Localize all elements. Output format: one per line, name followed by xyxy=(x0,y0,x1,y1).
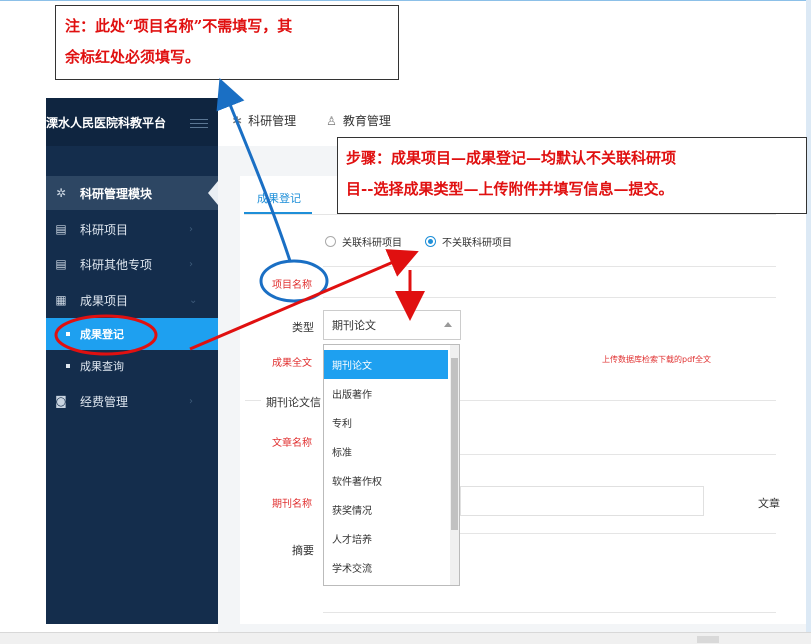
arrow-to-note xyxy=(216,78,292,262)
arrow-to-radio xyxy=(189,249,419,351)
highlight-ellipse-registration xyxy=(54,314,158,356)
annotation-overlay xyxy=(54,78,425,356)
